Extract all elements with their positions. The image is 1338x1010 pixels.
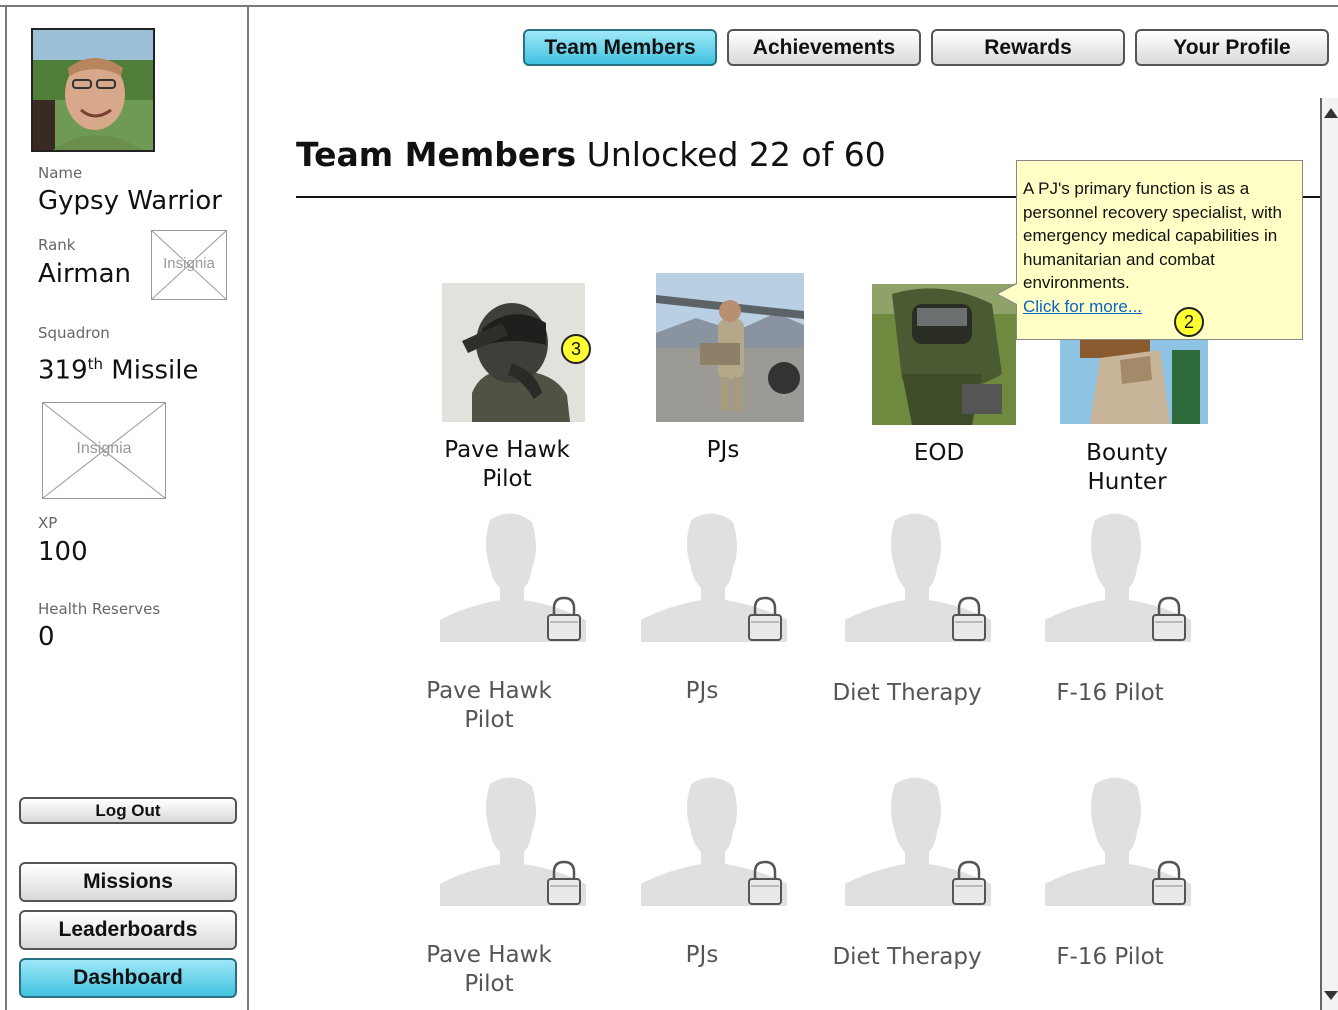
locked-label-line1: Pave Hawk — [426, 942, 552, 968]
scroll-down-arrow-icon[interactable] — [1324, 991, 1338, 1001]
squadron-number: 319 — [38, 355, 88, 386]
member-label-line2: Hunter — [1087, 469, 1167, 495]
page-title: Team Members Unlocked 22 of 60 — [296, 135, 886, 174]
locked-label-pjs: PJs — [627, 677, 777, 706]
padlock-icon — [748, 860, 782, 905]
frame-top-border — [0, 5, 1338, 7]
locked-member-f16-pilot[interactable] — [1045, 508, 1191, 642]
tab-rewards[interactable]: Rewards — [931, 29, 1125, 66]
locked-member-f16-pilot[interactable] — [1045, 772, 1191, 906]
padlock-icon — [547, 860, 581, 905]
frame-left-border — [5, 5, 7, 1010]
squadron-suffix: th — [87, 355, 104, 373]
vertical-scrollbar[interactable] — [1320, 98, 1338, 1010]
locked-label-line1: Pave Hawk — [426, 678, 552, 704]
member-label-line2: Pilot — [482, 466, 532, 492]
locked-member-pave-hawk-pilot[interactable] — [440, 508, 586, 642]
locked-label-f16-pilot: F-16 Pilot — [1030, 679, 1190, 708]
padlock-icon — [748, 596, 782, 641]
locked-label-f16-pilot: F-16 Pilot — [1030, 943, 1190, 972]
scroll-up-arrow-icon[interactable] — [1324, 106, 1338, 118]
member-image-pjs[interactable] — [656, 273, 804, 422]
locked-label-diet-therapy: Diet Therapy — [822, 943, 992, 972]
member-label-pjs: PJs — [648, 436, 798, 465]
member-label-line1: Pave Hawk — [444, 437, 570, 463]
locked-member-pjs[interactable] — [641, 772, 787, 906]
sidebar-divider — [247, 5, 249, 1010]
rank-insignia-placeholder: Insignia — [151, 230, 227, 300]
locked-label-pave-hawk-pilot: Pave Hawk Pilot — [414, 941, 564, 999]
avatar — [31, 28, 155, 152]
name-label: Name — [38, 164, 83, 182]
xp-value: 100 — [38, 537, 88, 567]
locked-label-pjs: PJs — [627, 941, 777, 970]
rank-insignia-label: Insignia — [163, 255, 215, 272]
member-image-eod[interactable] — [872, 284, 1016, 425]
locked-label-pave-hawk-pilot: Pave Hawk Pilot — [414, 677, 564, 735]
locked-label-line2: Pilot — [464, 707, 514, 733]
annotation-badge-2: 2 — [1174, 307, 1204, 337]
tooltip-more-link[interactable]: Click for more... — [1023, 297, 1142, 316]
nav-missions-button[interactable]: Missions — [19, 862, 237, 902]
member-label-bounty-hunter: Bounty Hunter — [1052, 439, 1202, 497]
squadron-label: Squadron — [38, 324, 110, 342]
player-name: Gypsy Warrior — [38, 186, 222, 216]
page-title-main: Team Members — [296, 135, 577, 174]
locked-member-diet-therapy[interactable] — [845, 772, 991, 906]
tooltip-pointer-fill — [998, 284, 1017, 304]
tab-team-members[interactable]: Team Members — [523, 29, 717, 66]
padlock-icon — [1152, 860, 1186, 905]
squadron-insignia-placeholder: Insignia — [42, 402, 166, 499]
member-tooltip: A PJ's primary function is as a personne… — [1016, 160, 1303, 340]
padlock-icon — [1152, 596, 1186, 641]
squadron-name: 319th Missile — [38, 355, 199, 386]
member-label-line1: EOD — [913, 440, 965, 466]
member-label-line1: Bounty — [1086, 440, 1168, 466]
xp-label: XP — [38, 514, 58, 532]
health-label: Health Reserves — [38, 600, 161, 618]
locked-label-line1: Diet Therapy — [832, 944, 982, 970]
padlock-icon — [547, 596, 581, 641]
tab-achievements[interactable]: Achievements — [727, 29, 921, 66]
squadron-title: Missile — [103, 355, 199, 386]
padlock-icon — [952, 596, 986, 641]
locked-member-pjs[interactable] — [641, 508, 787, 642]
logout-button[interactable]: Log Out — [19, 797, 237, 824]
nav-leaderboards-button[interactable]: Leaderboards — [19, 910, 237, 950]
rank-label: Rank — [38, 236, 76, 254]
nav-dashboard-button[interactable]: Dashboard — [19, 958, 237, 998]
tooltip-text: A PJ's primary function is as a personne… — [1023, 179, 1282, 292]
locked-member-pave-hawk-pilot[interactable] — [440, 772, 586, 906]
tab-your-profile[interactable]: Your Profile — [1135, 29, 1329, 66]
member-label-eod: EOD — [864, 439, 1014, 468]
locked-label-line1: PJs — [685, 678, 719, 704]
locked-label-line1: F-16 Pilot — [1056, 944, 1164, 970]
locked-label-diet-therapy: Diet Therapy — [822, 679, 992, 708]
padlock-icon — [952, 860, 986, 905]
locked-member-diet-therapy[interactable] — [845, 508, 991, 642]
locked-label-line1: PJs — [685, 942, 719, 968]
health-value: 0 — [38, 622, 55, 652]
squadron-insignia-label: Insignia — [76, 440, 132, 457]
member-label-line1: PJs — [706, 437, 740, 463]
player-rank: Airman — [38, 259, 131, 289]
annotation-badge-3: 3 — [561, 334, 591, 364]
member-image-bounty-hunter[interactable] — [1060, 330, 1208, 424]
member-label-pave-hawk-pilot: Pave Hawk Pilot — [432, 436, 582, 494]
page-title-count: Unlocked 22 of 60 — [576, 135, 886, 174]
locked-label-line2: Pilot — [464, 971, 514, 997]
locked-label-line1: Diet Therapy — [832, 680, 982, 706]
locked-label-line1: F-16 Pilot — [1056, 680, 1164, 706]
